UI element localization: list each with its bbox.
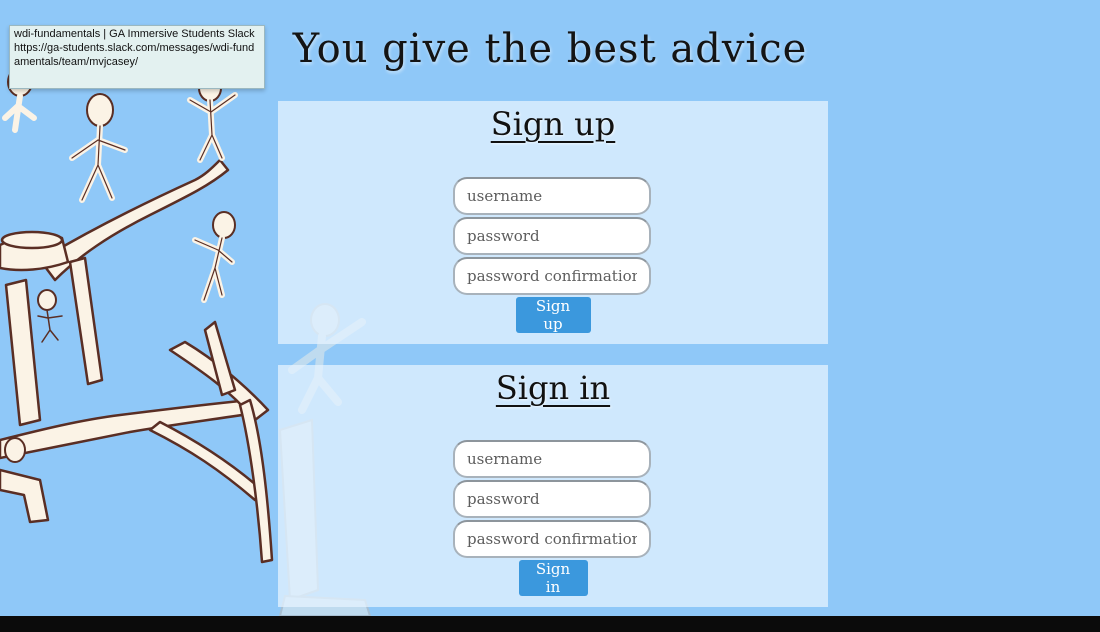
signup-button[interactable]: Sign up bbox=[515, 297, 591, 333]
signin-password-input[interactable] bbox=[453, 480, 651, 518]
signin-heading: Sign in bbox=[495, 369, 611, 407]
tooltip-title: wdi-fundamentals | GA Immersive Students… bbox=[14, 28, 255, 40]
signup-password-confirmation-input[interactable] bbox=[453, 257, 651, 295]
signin-username-input[interactable] bbox=[453, 440, 651, 478]
signin-password-confirmation-input[interactable] bbox=[453, 520, 651, 558]
signin-button[interactable]: Sign in bbox=[518, 560, 588, 596]
signup-form: Sign up bbox=[453, 177, 653, 333]
signup-password-input[interactable] bbox=[453, 217, 651, 255]
signin-form: Sign in bbox=[453, 440, 653, 596]
signup-panel: Sign up Sign up bbox=[278, 101, 828, 344]
link-tooltip: wdi-fundamentals | GA Immersive Students… bbox=[9, 25, 265, 89]
signup-heading: Sign up bbox=[490, 105, 616, 143]
signup-username-input[interactable] bbox=[453, 177, 651, 215]
signin-panel: Sign in Sign in bbox=[278, 365, 828, 607]
bottom-bar bbox=[0, 616, 1100, 632]
tooltip-url: https://ga-students.slack.com/messages/w… bbox=[14, 42, 255, 68]
